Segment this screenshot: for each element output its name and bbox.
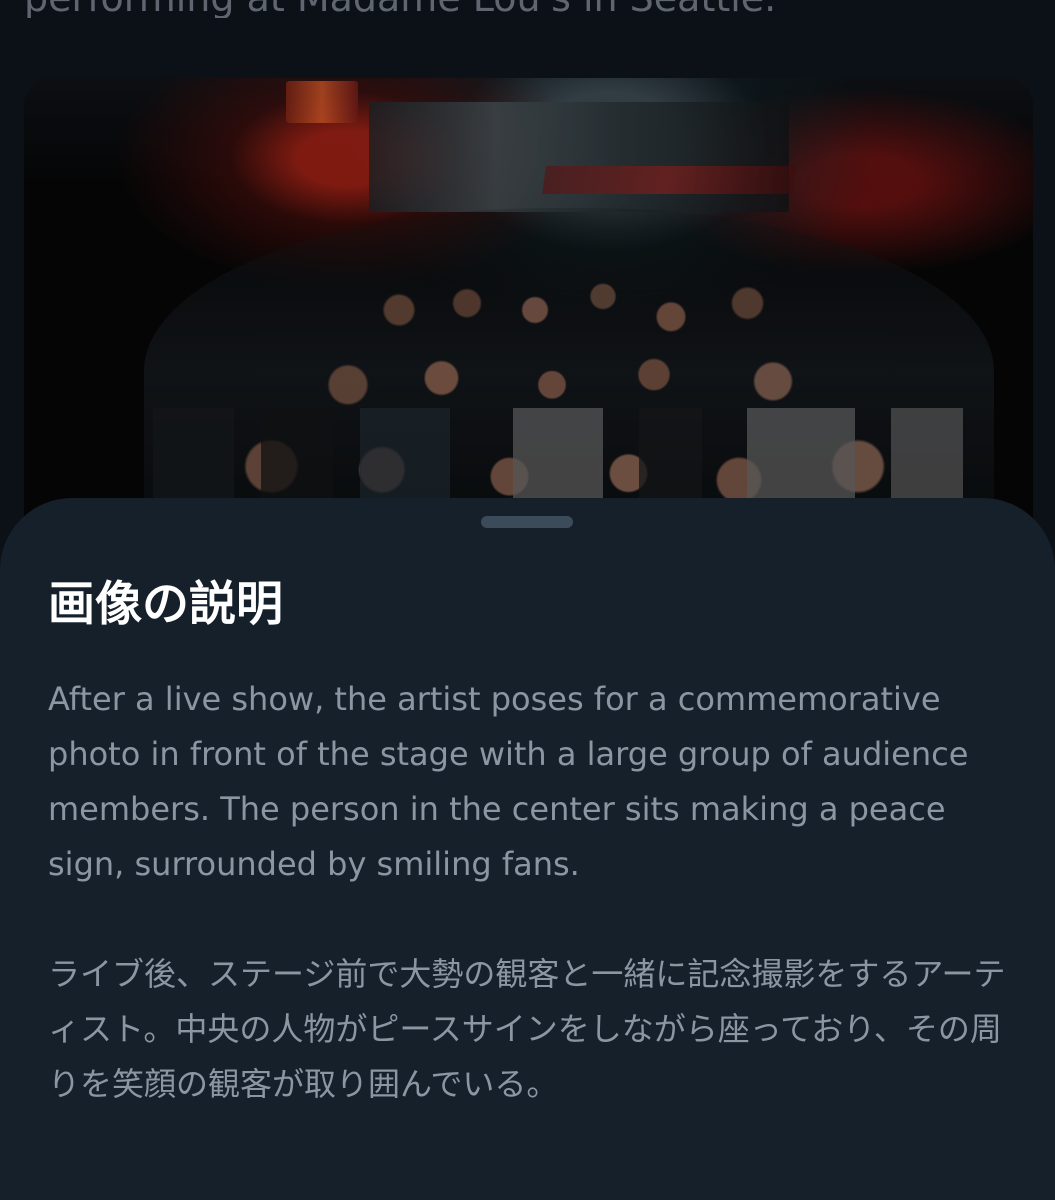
image-description-sheet[interactable]: 画像の説明 After a live show, the artist pose… [0, 498, 1055, 1200]
image-description-title: 画像の説明 [48, 577, 283, 632]
image-dim-overlay [24, 78, 1033, 548]
post-text-fragment: performing at Madame Lou's in Seattle. [24, 0, 1024, 18]
sheet-drag-handle[interactable] [481, 516, 573, 528]
concert-group-photo [24, 78, 1033, 548]
post-image[interactable] [24, 78, 1033, 548]
image-description-screen: performing at Madame Lou's in Seattle. 画… [0, 0, 1055, 1200]
image-description-text: After a live show, the artist poses for … [48, 680, 1006, 1103]
